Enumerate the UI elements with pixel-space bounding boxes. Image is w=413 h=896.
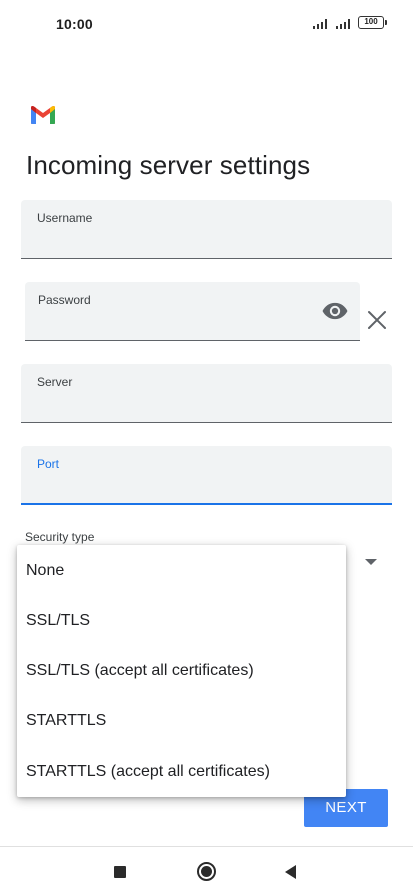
visibility-eye-icon[interactable] <box>322 302 348 320</box>
server-field[interactable]: Server <box>21 364 392 423</box>
security-option-none[interactable]: None <box>17 546 346 596</box>
page-title: Incoming server settings <box>26 150 311 180</box>
gmail-logo-icon <box>31 106 55 124</box>
clear-x-icon[interactable] <box>366 309 388 331</box>
home-circle-icon[interactable] <box>197 862 216 881</box>
signal-icon <box>336 17 354 29</box>
server-label: Server <box>37 375 73 389</box>
back-triangle-icon[interactable] <box>285 865 296 879</box>
password-label: Password <box>38 293 91 307</box>
port-label: Port <box>37 457 60 471</box>
username-field[interactable]: Username <box>21 200 392 259</box>
signal-icon <box>313 17 331 29</box>
status-time: 10:00 <box>56 16 93 32</box>
security-option-ssl-tls-accept-all[interactable]: SSL/TLS (accept all certificates) <box>17 646 346 696</box>
security-type-dropdown-menu: None SSL/TLS SSL/TLS (accept all certifi… <box>17 545 346 797</box>
port-field[interactable]: Port <box>21 446 392 505</box>
security-option-starttls[interactable]: STARTTLS <box>17 696 346 746</box>
battery-icon: 100 <box>358 16 387 29</box>
status-bar: 10:00 100 <box>0 0 413 50</box>
divider <box>0 846 413 847</box>
security-option-starttls-accept-all[interactable]: STARTTLS (accept all certificates) <box>17 747 346 797</box>
username-label: Username <box>37 211 93 225</box>
chevron-down-icon[interactable] <box>365 559 377 565</box>
recents-square-icon[interactable] <box>114 866 126 878</box>
security-type-label: Security type <box>25 530 95 544</box>
security-option-ssl-tls[interactable]: SSL/TLS <box>17 596 346 646</box>
screen: 10:00 100 Incoming server settings Usern… <box>0 0 413 896</box>
password-field[interactable]: Password <box>25 282 360 341</box>
